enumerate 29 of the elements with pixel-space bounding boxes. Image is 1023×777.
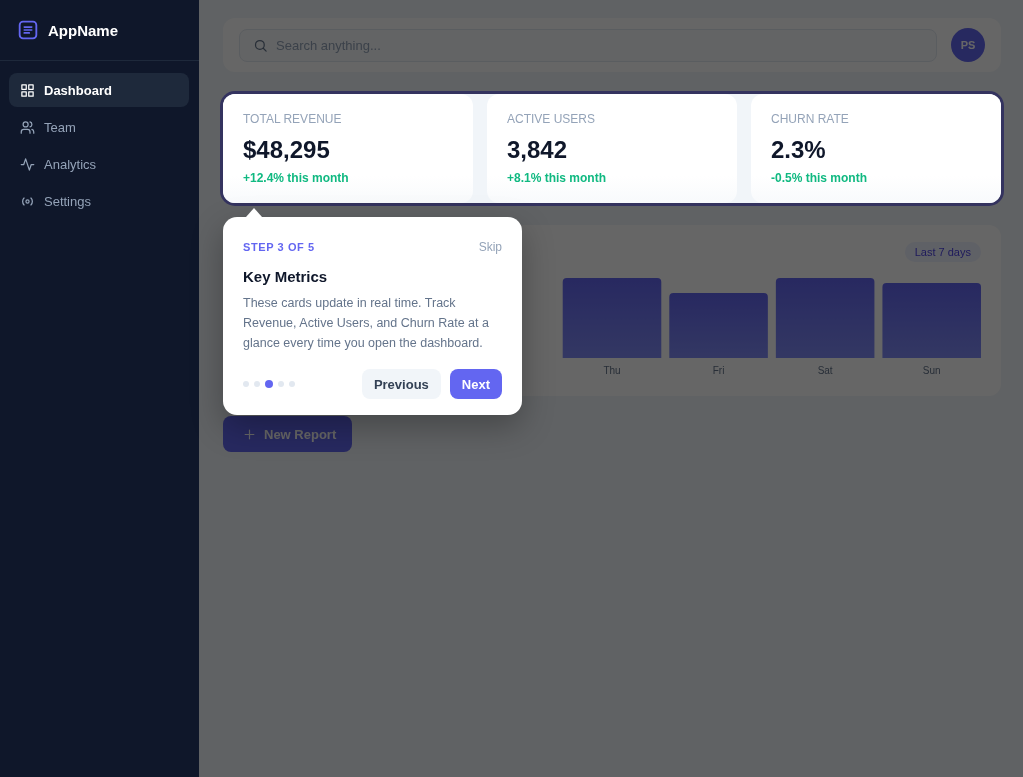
stat-value: 2.3% xyxy=(771,135,827,165)
stat-change: +12.4% this month xyxy=(243,170,350,186)
users-icon xyxy=(20,119,35,135)
app-name: AppName xyxy=(48,21,118,39)
day-label: Fri xyxy=(712,365,725,376)
stat-label: ACTIVE USERS xyxy=(507,111,597,127)
day-label: Sat xyxy=(817,365,833,376)
stat-change: +8.1% this month xyxy=(507,170,608,186)
nav-item[interactable]: Team xyxy=(9,110,189,144)
day-label: Thu xyxy=(603,365,621,376)
stat-change: -0.5% this month xyxy=(771,170,868,186)
previous-button[interactable]: Previous xyxy=(361,369,441,399)
search-icon xyxy=(253,37,268,53)
plus-icon xyxy=(243,427,256,441)
nav-item[interactable]: Analytics xyxy=(9,147,189,181)
stat-value: $48,295 xyxy=(243,135,331,165)
day-label: Sun xyxy=(922,365,941,376)
stat-value: 3,842 xyxy=(507,135,569,165)
nav-item[interactable]: Dashboard xyxy=(9,73,189,107)
tour-title: Key Metrics xyxy=(243,267,329,287)
stat-label: TOTAL REVENUE xyxy=(243,111,343,127)
document-icon xyxy=(18,20,38,40)
stat-label: CHURN RATE xyxy=(771,111,850,127)
grid-icon xyxy=(20,82,35,98)
pulse-icon xyxy=(20,156,35,172)
next-button[interactable]: Next xyxy=(449,369,502,399)
step-counter: STEP 3 OF 5 xyxy=(243,241,315,253)
tour-description: These cards update in real time. Track Revenue, Active Users, and Churn Rate at a glance every time you open the dashboard. xyxy=(243,295,490,352)
nav-item[interactable]: Settings xyxy=(9,184,189,218)
